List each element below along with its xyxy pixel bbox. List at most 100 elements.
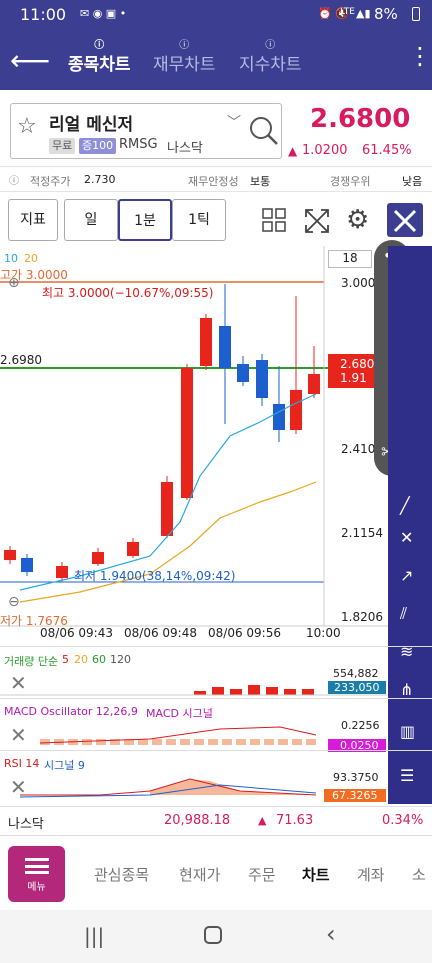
- status-time: 11:00: [20, 5, 67, 24]
- x-tick-2: 08/06 09:48: [124, 626, 197, 640]
- macd-bar: [40, 739, 50, 745]
- volume-bar: [302, 689, 314, 695]
- rank-value: 낮음: [402, 175, 423, 188]
- macd-bar: [222, 739, 232, 745]
- volume-bar: [194, 691, 206, 695]
- min-annotation: 최저 1.9400(38,14%,09:42): [74, 569, 236, 583]
- home-icon[interactable]: [204, 926, 222, 944]
- macd-panel[interactable]: MACD Oscillator 12,26,9 MACD 시그널 ✕ 0.225…: [0, 698, 432, 752]
- period-input[interactable]: 18: [328, 250, 372, 268]
- macd-bar: [306, 739, 316, 745]
- more-menu-icon[interactable]: ⋮: [408, 42, 432, 70]
- close-panel-icon[interactable]: ✕: [10, 723, 27, 747]
- back-arrow-icon[interactable]: ⟵: [10, 44, 50, 77]
- period-tick-button[interactable]: 1틱: [172, 199, 226, 241]
- tab-stock-chart[interactable]: ⓘ 종목차트: [68, 40, 131, 75]
- volume-panel[interactable]: 거래량 단순 5 20 60 120 ✕ 554,882 233,050: [0, 646, 432, 698]
- badge-margin: 증100: [79, 138, 117, 154]
- nav-more[interactable]: 소: [412, 864, 426, 885]
- candle-body: [21, 558, 33, 572]
- rsi-signal-title: 시그널 9: [44, 759, 85, 772]
- nav-watchlist[interactable]: 관심종목: [94, 864, 149, 885]
- fair-price-label: 적정주가: [30, 175, 71, 188]
- help-icon[interactable]: ⓘ: [9, 172, 19, 187]
- menu-label: 메뉴: [27, 882, 46, 893]
- channel-icon[interactable]: ⫽: [400, 604, 407, 624]
- chevron-down-icon[interactable]: ﹀: [227, 112, 241, 132]
- battery-icon: [412, 7, 420, 21]
- ray-icon[interactable]: ↗: [400, 566, 413, 585]
- menu-button[interactable]: 메뉴: [8, 846, 65, 902]
- candle-body: [92, 552, 104, 564]
- macd-bar: [194, 739, 204, 745]
- stock-selector[interactable]: ☆ 리얼 메신저 ﹀ 무료 증100 RMSG 나스닥: [10, 103, 282, 159]
- x-tick-3: 08/06 09:56: [208, 626, 281, 640]
- indicator-button[interactable]: 지표: [8, 199, 58, 241]
- macd-top: 0.2256: [341, 719, 380, 732]
- candle-body: [181, 368, 193, 498]
- ticker-value: 20,988.18: [164, 813, 231, 828]
- price-chart[interactable]: 10 20 18 고가 3.0000 ⊕ 최고 3.0000(−10.67%,0…: [0, 246, 432, 646]
- index-ticker-bar[interactable]: 나스닥 20,988.18 ▲ 71.63 0.34%: [0, 806, 432, 836]
- nav-account[interactable]: 계좌: [357, 864, 385, 885]
- candle-body: [273, 404, 285, 430]
- macd-bar: [166, 739, 176, 745]
- signal-icon: ▲▮: [356, 7, 371, 20]
- candle-body: [256, 360, 268, 398]
- ticker-pct: 0.34%: [382, 813, 424, 828]
- battery-level: 8%: [374, 5, 398, 23]
- tab-index-chart[interactable]: ⓘ 지수차트: [239, 40, 302, 75]
- settings-gear-icon[interactable]: ⚙: [346, 205, 369, 235]
- ticker-change: 71.63: [276, 813, 314, 828]
- stock-name: 리얼 메신저: [49, 115, 134, 135]
- period-minute-button[interactable]: 1분: [118, 199, 172, 241]
- volume-bar: [284, 689, 296, 695]
- volume-tag: 233,050: [328, 681, 386, 694]
- recent-apps-icon[interactable]: |||: [84, 924, 104, 948]
- search-icon[interactable]: [247, 114, 281, 148]
- macd-line: [39, 726, 317, 744]
- rsi-tag: 67.3265: [324, 789, 386, 802]
- max-annotation: 최고 3.0000(−10.67%,09:55): [42, 286, 214, 300]
- tab-finance-chart[interactable]: ⓘ 재무차트: [153, 40, 216, 75]
- y-tick-1: 3.000: [341, 276, 376, 290]
- price-tag-value: 2.680: [340, 357, 375, 371]
- nav-order[interactable]: 주문: [248, 864, 276, 885]
- hline-value: 2.6980: [0, 353, 42, 367]
- hamburger-icon: [24, 858, 49, 874]
- crossline-icon[interactable]: ✕: [400, 528, 413, 547]
- price-tag: 2.680 1.91: [328, 354, 378, 388]
- ma20-legend: 20: [24, 252, 38, 265]
- volume-ma60: 60: [92, 653, 106, 666]
- drawing-tools-icon[interactable]: [387, 203, 423, 237]
- stock-market: 나스닥: [167, 141, 203, 156]
- macd-title: MACD Oscillator 12,26,9: [4, 705, 138, 718]
- y-tick-4: 1.8206: [341, 610, 383, 624]
- price-tag-value-2: 1.91: [340, 371, 367, 385]
- rsi-panel[interactable]: RSI 14 시그널 9 ✕ 93.3750 67.3265: [0, 750, 432, 806]
- ticker-name: 나스닥: [8, 817, 44, 832]
- stability-label: 재무안정성: [188, 175, 239, 188]
- period-day-button[interactable]: 일: [64, 199, 118, 241]
- volume-bar: [248, 685, 260, 695]
- candle-body: [127, 542, 139, 556]
- badge-free: 무료: [49, 138, 76, 154]
- back-icon[interactable]: ‹: [326, 920, 336, 948]
- fullscreen-icon[interactable]: [304, 208, 330, 238]
- grid-layout-icon[interactable]: [262, 208, 286, 236]
- macd-bar: [292, 739, 302, 745]
- zoom-in-icon[interactable]: ⊕: [8, 275, 20, 291]
- volume-bar: [230, 689, 242, 695]
- macd-bar: [236, 739, 246, 745]
- close-panel-icon[interactable]: ✕: [10, 775, 27, 799]
- nav-chart[interactable]: 차트: [302, 864, 330, 885]
- stability-value: 보통: [250, 175, 271, 188]
- close-panel-icon[interactable]: ✕: [10, 671, 27, 695]
- zoom-out-icon[interactable]: ⊖: [8, 594, 20, 610]
- candle-body: [308, 374, 320, 394]
- nav-quote[interactable]: 현재가: [179, 864, 220, 885]
- trendline-icon[interactable]: ╱: [400, 496, 410, 515]
- favorite-star-icon[interactable]: ☆: [17, 114, 37, 139]
- system-nav-bar: ||| ‹: [0, 910, 432, 963]
- macd-bar: [152, 739, 162, 745]
